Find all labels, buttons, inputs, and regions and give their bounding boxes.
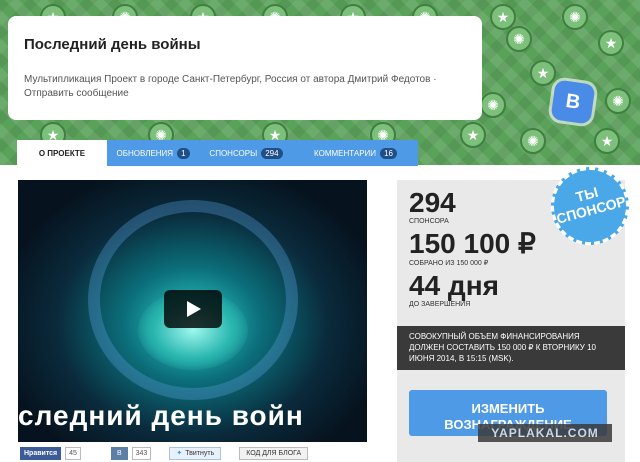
- tab-about[interactable]: О ПРОЕКТЕ: [17, 140, 107, 166]
- watermark: YAPLAKAL.COM: [478, 424, 612, 442]
- count-badge: 294: [261, 147, 283, 159]
- tab-label: СПОНСОРЫ: [209, 148, 258, 158]
- tab-label: О ПРОЕКТЕ: [38, 148, 86, 158]
- project-header-card: Последний день войны Мультипликация Прое…: [8, 16, 482, 120]
- tab-label: КОММЕНТАРИИ: [314, 148, 377, 158]
- days-left-label: ДО ЗАВЕРШЕНИЯ: [409, 301, 471, 308]
- twitter-icon: ✦: [176, 450, 183, 457]
- tab-comments[interactable]: КОММЕНТАРИИ 16: [293, 140, 418, 166]
- vk-share-count: 343: [131, 446, 152, 460]
- film-reel-icon: ✺: [562, 4, 588, 30]
- days-left: 44 дня: [409, 270, 499, 301]
- star-icon: ★: [460, 122, 486, 148]
- facebook-like-button[interactable]: Нравится: [20, 446, 62, 460]
- count-badge: 1: [177, 147, 190, 159]
- star-icon: ★: [594, 128, 620, 154]
- vk-icon[interactable]: В: [550, 79, 596, 125]
- facebook-like-count: 45: [65, 446, 81, 460]
- film-reel-icon: ✺: [480, 92, 506, 118]
- star-icon: ★: [490, 4, 516, 30]
- project-description[interactable]: Мультипликация Проект в городе Санкт-Пет…: [24, 73, 466, 101]
- share-bar: Нравится 45 В 343 ✦ Твитнуть КОД ДЛЯ БЛО…: [20, 445, 370, 461]
- film-reel-icon: ✺: [506, 26, 532, 52]
- star-icon: ★: [530, 60, 556, 86]
- play-icon[interactable]: [164, 290, 222, 328]
- raised-label: СОБРАНО ИЗ 150 000 ₽: [409, 260, 489, 267]
- film-reel-icon: ✺: [520, 128, 546, 154]
- vk-share-button[interactable]: В: [110, 446, 128, 460]
- twitter-label: Твитнуть: [185, 449, 215, 457]
- tab-sponsors[interactable]: СПОНСОРЫ 294: [199, 140, 293, 166]
- project-tabs: О ПРОЕКТЕ ОБНОВЛЕНИЯ 1 СПОНСОРЫ 294 КОММ…: [17, 140, 418, 166]
- tab-label: ОБНОВЛЕНИЯ: [116, 148, 174, 158]
- video-caption: следний день войн: [18, 400, 304, 431]
- count-badge: 16: [380, 147, 397, 159]
- tab-updates[interactable]: ОБНОВЛЕНИЯ 1: [107, 140, 199, 166]
- page-title: Последний день войны: [24, 36, 201, 53]
- star-icon: ★: [598, 30, 624, 56]
- funding-deadline-note: Совокупный объем финансирования должен с…: [397, 326, 625, 370]
- film-reel-icon: ✺: [605, 88, 631, 114]
- embed-code-button[interactable]: КОД ДЛЯ БЛОГА: [239, 446, 309, 460]
- twitter-button[interactable]: ✦ Твитнуть: [169, 446, 222, 460]
- video-player[interactable]: следний день войн: [18, 180, 367, 442]
- embed-label: КОД ДЛЯ БЛОГА: [246, 449, 302, 457]
